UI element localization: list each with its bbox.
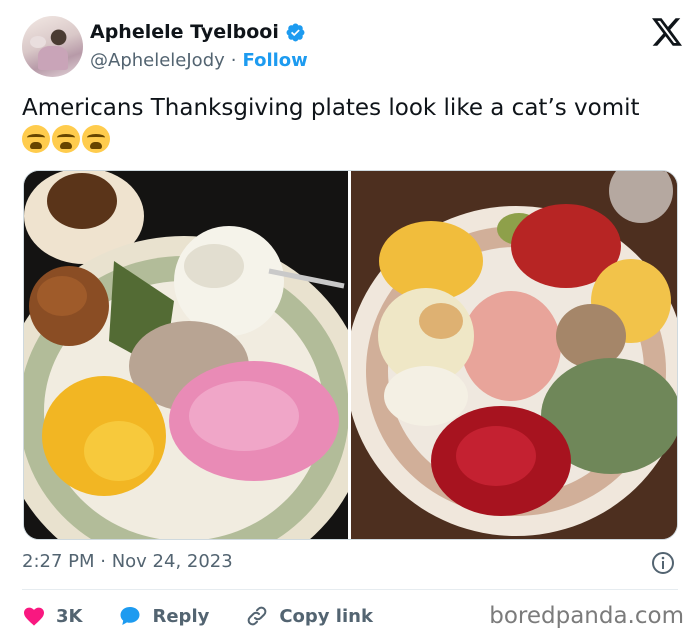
photo-thanksgiving-plate-left[interactable] [24,171,348,539]
verified-badge-icon [286,23,305,41]
tweet-actions: 3K Reply Copy link [22,602,409,630]
loudly-crying-face-icon [52,125,80,153]
loudly-crying-face-icon [82,125,110,153]
link-icon [247,606,267,626]
tweet-media[interactable] [23,170,678,540]
avatar[interactable] [22,16,83,77]
reply-button[interactable]: Reply [118,604,209,628]
handle[interactable]: @ApheleleJody [90,50,225,71]
tweet-text: Americans Thanksgiving plates look like … [22,92,672,156]
like-count: 3K [56,605,83,627]
handle-row: @ApheleleJody · Follow [90,50,308,71]
photo-thanksgiving-plate-right[interactable] [351,171,677,539]
like-button[interactable]: 3K [22,604,82,628]
x-logo-icon[interactable] [652,18,682,46]
info-icon[interactable] [651,551,675,575]
avatar-figure [38,46,68,70]
reply-bubble-icon [120,607,140,625]
plate-right-illustration [351,171,677,539]
copy-link-label: Copy link [279,605,373,627]
loudly-crying-face-icon [22,125,50,153]
watermark: boredpanda.com [489,603,684,629]
tweet-timestamp[interactable]: 2:27 PM · Nov 24, 2023 [22,551,233,572]
name-row: Aphelele Tyelbooi [90,21,306,43]
tweet-body: Americans Thanksgiving plates look like … [22,95,640,121]
follow-button[interactable]: Follow [243,50,308,71]
display-name[interactable]: Aphelele Tyelbooi [90,21,279,43]
tweet-header: Aphelele Tyelbooi @ApheleleJody · Follow [22,16,682,78]
divider [22,589,678,590]
reply-label: Reply [152,605,210,627]
heart-icon [24,607,44,626]
separator: · [230,50,237,71]
copy-link-button[interactable]: Copy link [245,604,373,628]
plate-left-illustration [24,171,348,539]
